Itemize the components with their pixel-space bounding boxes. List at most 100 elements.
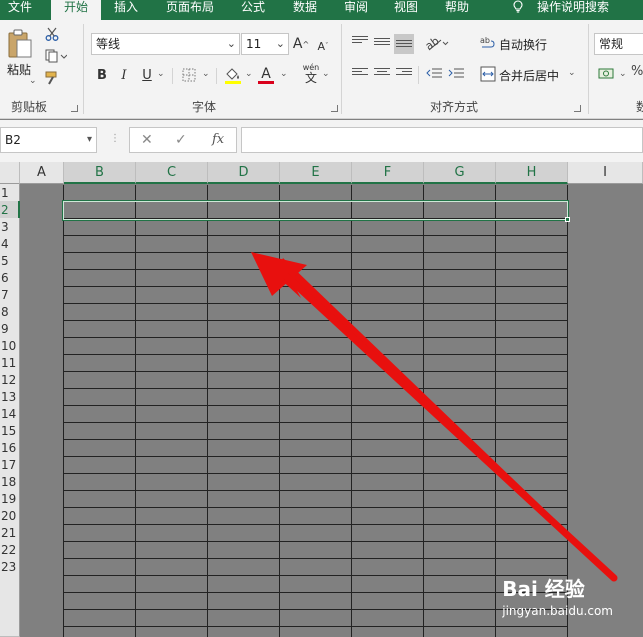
column-header[interactable]: G	[424, 162, 496, 184]
row-header[interactable]: 12	[0, 371, 20, 389]
row-header[interactable]: 15	[0, 422, 20, 440]
select-all-corner[interactable]	[0, 162, 20, 184]
merge-dropdown-icon[interactable]: ⌄	[568, 68, 576, 78]
row-header[interactable]: 9	[0, 320, 20, 338]
column-header[interactable]: C	[136, 162, 208, 184]
orientation-button[interactable]: ab	[425, 34, 449, 52]
merge-center-button[interactable]: 合并后居中	[499, 67, 559, 84]
tab-help[interactable]: 帮助	[437, 0, 477, 20]
percent-button[interactable]: %	[631, 64, 643, 79]
align-left-icon[interactable]	[352, 68, 368, 80]
alignment-launcher-icon[interactable]	[574, 105, 581, 112]
wrap-text-button[interactable]: 自动换行	[499, 36, 547, 53]
enter-icon[interactable]: ✓	[175, 132, 187, 148]
paste-button[interactable]	[5, 28, 35, 60]
column-header[interactable]: I	[568, 162, 643, 184]
italic-button[interactable]: I	[116, 66, 132, 84]
selected-range[interactable]	[63, 201, 568, 220]
tab-file[interactable]: 文件	[0, 0, 40, 20]
accounting-dropdown-icon[interactable]: ⌄	[619, 69, 627, 79]
phonetic-guide-button[interactable]: wén 文	[300, 62, 322, 86]
borders-button[interactable]	[180, 67, 198, 83]
borders-dropdown-icon[interactable]: ⌄	[202, 69, 210, 79]
column-header[interactable]: E	[280, 162, 352, 184]
fill-color-button[interactable]	[223, 65, 243, 85]
row-header[interactable]: 14	[0, 405, 20, 423]
row-header[interactable]: 6	[0, 269, 20, 287]
phonetic-dropdown-icon[interactable]: ⌄	[322, 69, 330, 79]
merge-center-icon[interactable]	[479, 65, 497, 83]
row-header[interactable]: 17	[0, 456, 20, 474]
fill-handle[interactable]	[565, 217, 570, 222]
underline-dropdown-icon[interactable]: ⌄	[157, 69, 165, 79]
row-header[interactable]: 1	[0, 184, 20, 202]
row-header[interactable]: 22	[0, 541, 20, 559]
increase-indent-icon	[448, 68, 464, 78]
fill-color-dropdown-icon[interactable]: ⌄	[245, 69, 253, 79]
tab-insert[interactable]: 插入	[106, 0, 146, 20]
tab-review[interactable]: 审阅	[336, 0, 376, 20]
gridline	[64, 626, 568, 627]
underline-button[interactable]: U	[139, 66, 155, 84]
tab-home[interactable]: 开始	[51, 0, 101, 20]
row-header[interactable]: 3	[0, 218, 20, 236]
clipboard-launcher-icon[interactable]	[71, 105, 78, 112]
number-format-select[interactable]: 常规	[594, 33, 643, 55]
tab-data[interactable]: 数据	[285, 0, 325, 20]
format-painter-button[interactable]	[43, 70, 61, 86]
row-header[interactable]: 5	[0, 252, 20, 270]
row-header[interactable]: 8	[0, 303, 20, 321]
column-header[interactable]: B	[64, 162, 136, 184]
align-top-icon[interactable]	[352, 36, 368, 48]
formula-bar-grip-icon[interactable]: ⋮	[110, 133, 120, 144]
row-header[interactable]: 19	[0, 490, 20, 508]
row-header[interactable]: 23	[0, 558, 20, 576]
row-header[interactable]: 16	[0, 439, 20, 457]
wrap-text-icon[interactable]: ab	[479, 34, 497, 52]
cut-button[interactable]	[43, 26, 61, 42]
column-header[interactable]: H	[496, 162, 568, 184]
font-color-dropdown-icon[interactable]: ⌄	[280, 69, 288, 79]
column-header[interactable]: D	[208, 162, 280, 184]
font-family-select[interactable]: 等线 ⌄	[91, 33, 240, 55]
row-header[interactable]: 21	[0, 524, 20, 542]
align-bottom-icon[interactable]	[394, 34, 414, 54]
column-header[interactable]: F	[352, 162, 424, 184]
bold-button[interactable]: B	[94, 66, 110, 84]
gridline	[64, 575, 568, 576]
row-header[interactable]: 11	[0, 354, 20, 372]
paste-dropdown-icon[interactable]: ⌄	[29, 76, 37, 86]
row-header[interactable]: 18	[0, 473, 20, 491]
name-box[interactable]: B2 ▾	[0, 127, 97, 153]
cancel-icon[interactable]: ✕	[141, 132, 153, 148]
accounting-format-button[interactable]	[597, 65, 617, 83]
font-size-select[interactable]: 11 ⌄	[241, 33, 289, 55]
grow-font-button[interactable]: A ^	[293, 34, 309, 54]
tell-me-search[interactable]: 操作说明搜索	[496, 0, 626, 20]
align-middle-icon[interactable]	[374, 38, 390, 50]
row-header[interactable]: 13	[0, 388, 20, 406]
row-header[interactable]: 20	[0, 507, 20, 525]
font-color-button[interactable]: A	[257, 65, 275, 85]
align-center-icon[interactable]	[374, 68, 390, 80]
column-header[interactable]: A	[20, 162, 64, 184]
tab-page-layout[interactable]: 页面布局	[158, 0, 222, 20]
shrink-font-button[interactable]: Aˇ	[315, 36, 331, 56]
decrease-indent-button[interactable]	[425, 65, 443, 83]
row-header[interactable]: 10	[0, 337, 20, 355]
copy-button[interactable]	[43, 48, 69, 64]
gridline	[423, 185, 424, 637]
align-right-icon[interactable]	[396, 68, 412, 80]
worksheet-grid[interactable]: A B C D E F G H I 1 2 3 4 5 6 7 8 9 10 1…	[0, 162, 643, 637]
insert-function-icon[interactable]: fx	[212, 132, 224, 147]
row-header[interactable]: 2	[0, 201, 20, 219]
tab-formulas[interactable]: 公式	[233, 0, 273, 20]
row-header[interactable]: 7	[0, 286, 20, 304]
gridline	[135, 185, 136, 637]
row-header[interactable]: 4	[0, 235, 20, 253]
formula-input[interactable]	[241, 127, 643, 153]
tab-view[interactable]: 视图	[386, 0, 426, 20]
gridline	[64, 507, 568, 508]
increase-indent-button[interactable]	[447, 65, 465, 83]
font-launcher-icon[interactable]	[331, 105, 338, 112]
